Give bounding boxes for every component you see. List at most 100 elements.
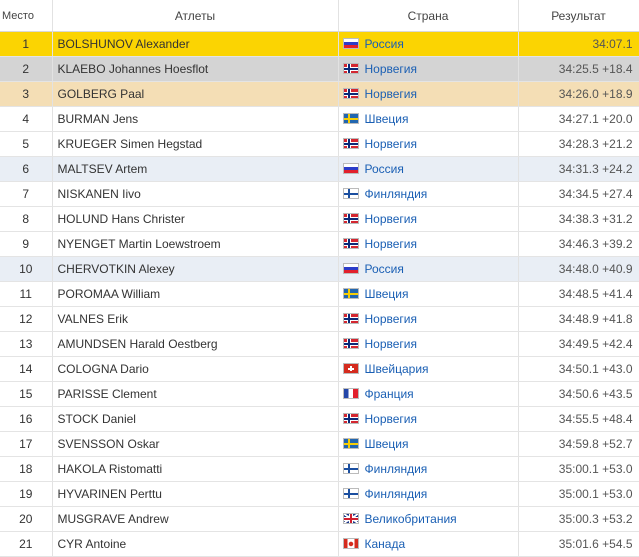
flag-se-icon — [342, 113, 359, 124]
result-cell: 34:48.5 +41.4 — [518, 281, 639, 307]
place-cell: 17 — [0, 431, 53, 457]
country-link[interactable]: Швеция — [365, 112, 409, 126]
flag-se-icon — [342, 438, 359, 449]
flag-no-icon — [342, 413, 359, 424]
country-link[interactable]: Норвегия — [365, 312, 418, 326]
country-cell: Норвегия — [338, 331, 519, 357]
flag-no-icon — [342, 338, 359, 349]
athlete-name: NISKANEN Iivo — [52, 181, 339, 207]
result-cell: 34:34.5 +27.4 — [518, 181, 639, 207]
table-row: 4 BURMAN Jens Швеция 34:27.1 +20.0 — [0, 106, 639, 132]
country-link[interactable]: Финляндия — [365, 462, 428, 476]
place-cell: 19 — [0, 481, 53, 507]
country-cell: Норвегия — [338, 206, 519, 232]
table-row: 9 NYENGET Martin Loewstroem Норвегия 34:46.… — [0, 231, 639, 257]
flag-ca-icon — [342, 538, 359, 549]
place-cell: 8 — [0, 206, 53, 232]
country-link[interactable]: Норвегия — [365, 212, 418, 226]
flag-no-icon — [342, 63, 359, 74]
result-cell: 34:27.1 +20.0 — [518, 106, 639, 132]
table-row: 8 HOLUND Hans Christer Норвегия 34:38.3 +31… — [0, 206, 639, 232]
header-result: Результат — [518, 0, 639, 32]
country-link[interactable]: Канада — [365, 537, 406, 551]
flag-ru-icon — [342, 38, 359, 49]
athlete-name: VALNES Erik — [52, 306, 339, 332]
place-cell: 7 — [0, 181, 53, 207]
country-cell: Норвегия — [338, 306, 519, 332]
country-link[interactable]: Швеция — [365, 287, 409, 301]
country-link[interactable]: Россия — [365, 162, 404, 176]
country-cell: Россия — [338, 256, 519, 282]
result-cell: 34:25.5 +18.4 — [518, 56, 639, 82]
flag-fi-icon — [342, 463, 359, 474]
country-link[interactable]: Норвегия — [365, 412, 418, 426]
country-link[interactable]: Норвегия — [365, 237, 418, 251]
result-cell: 34:50.1 +43.0 — [518, 356, 639, 382]
table-row: 20 MUSGRAVE Andrew Великобритания 35:00.3 +… — [0, 506, 639, 532]
place-cell: 21 — [0, 531, 53, 557]
athlete-name: GOLBERG Paal — [52, 81, 339, 107]
country-link[interactable]: Норвегия — [365, 62, 418, 76]
athlete-name: STOCK Daniel — [52, 406, 339, 432]
place-cell: 6 — [0, 156, 53, 182]
country-link[interactable]: Норвегия — [365, 87, 418, 101]
country-link[interactable]: Финляндия — [365, 487, 428, 501]
country-link[interactable]: Россия — [365, 262, 404, 276]
athlete-name: BURMAN Jens — [52, 106, 339, 132]
country-link[interactable]: Норвегия — [365, 337, 418, 351]
result-cell: 34:49.5 +42.4 — [518, 331, 639, 357]
country-cell: Россия — [338, 156, 519, 182]
athlete-name: HYVARINEN Perttu — [52, 481, 339, 507]
country-link[interactable]: Россия — [365, 37, 404, 51]
country-link[interactable]: Великобритания — [365, 512, 457, 526]
result-cell: 34:48.9 +41.8 — [518, 306, 639, 332]
country-link[interactable]: Франция — [365, 387, 414, 401]
place-cell: 16 — [0, 406, 53, 432]
place-cell: 4 — [0, 106, 53, 132]
country-cell: Франция — [338, 381, 519, 407]
athlete-name: CYR Antoine — [52, 531, 339, 557]
flag-gb-icon — [342, 513, 359, 524]
result-cell: 34:59.8 +52.7 — [518, 431, 639, 457]
result-cell: 34:26.0 +18.9 — [518, 81, 639, 107]
country-link[interactable]: Норвегия — [365, 137, 418, 151]
table-row: 5 KRUEGER Simen Hegstad Норвегия 34:28.3 +2… — [0, 131, 639, 157]
flag-ru-icon — [342, 263, 359, 274]
header-country: Страна — [338, 0, 519, 32]
athlete-name: AMUNDSEN Harald Oestberg — [52, 331, 339, 357]
result-cell: 34:50.6 +43.5 — [518, 381, 639, 407]
country-cell: Норвегия — [338, 231, 519, 257]
result-cell: 35:00.3 +53.2 — [518, 506, 639, 532]
result-cell: 34:07.1 — [518, 31, 639, 57]
place-cell: 11 — [0, 281, 53, 307]
result-cell: 34:28.3 +21.2 — [518, 131, 639, 157]
country-link[interactable]: Швеция — [365, 437, 409, 451]
country-link[interactable]: Швейцария — [365, 362, 429, 376]
athlete-name: KRUEGER Simen Hegstad — [52, 131, 339, 157]
result-cell: 34:46.3 +39.2 — [518, 231, 639, 257]
athlete-name: COLOGNA Dario — [52, 356, 339, 382]
athlete-name: NYENGET Martin Loewstroem — [52, 231, 339, 257]
country-cell: Канада — [338, 531, 519, 557]
athlete-name: HAKOLA Ristomatti — [52, 456, 339, 482]
table-row: 11 POROMAA William Швеция 34:48.5 +41.4 — [0, 281, 639, 307]
flag-no-icon — [342, 138, 359, 149]
place-cell: 9 — [0, 231, 53, 257]
athlete-name: HOLUND Hans Christer — [52, 206, 339, 232]
country-cell: Швейцария — [338, 356, 519, 382]
table-row: 19 HYVARINEN Perttu Финляндия 35:00.1 +53.0 — [0, 481, 639, 507]
table-row: 14 COLOGNA Dario Швейцария 34:50.1 +43.0 — [0, 356, 639, 382]
flag-se-icon — [342, 288, 359, 299]
table-header: Место Атлеты Страна Результат — [0, 0, 639, 32]
flag-ru-icon — [342, 163, 359, 174]
header-place: Место — [0, 0, 53, 32]
table-row: 1 BOLSHUNOV Alexander Россия 34:07.1 — [0, 31, 639, 57]
country-cell: Финляндия — [338, 456, 519, 482]
table-row: 12 VALNES Erik Норвегия 34:48.9 +41.8 — [0, 306, 639, 332]
result-cell: 35:01.6 +54.5 — [518, 531, 639, 557]
athlete-name: POROMAA William — [52, 281, 339, 307]
country-link[interactable]: Финляндия — [365, 187, 428, 201]
place-cell: 1 — [0, 31, 53, 57]
country-cell: Норвегия — [338, 131, 519, 157]
result-cell: 34:31.3 +24.2 — [518, 156, 639, 182]
